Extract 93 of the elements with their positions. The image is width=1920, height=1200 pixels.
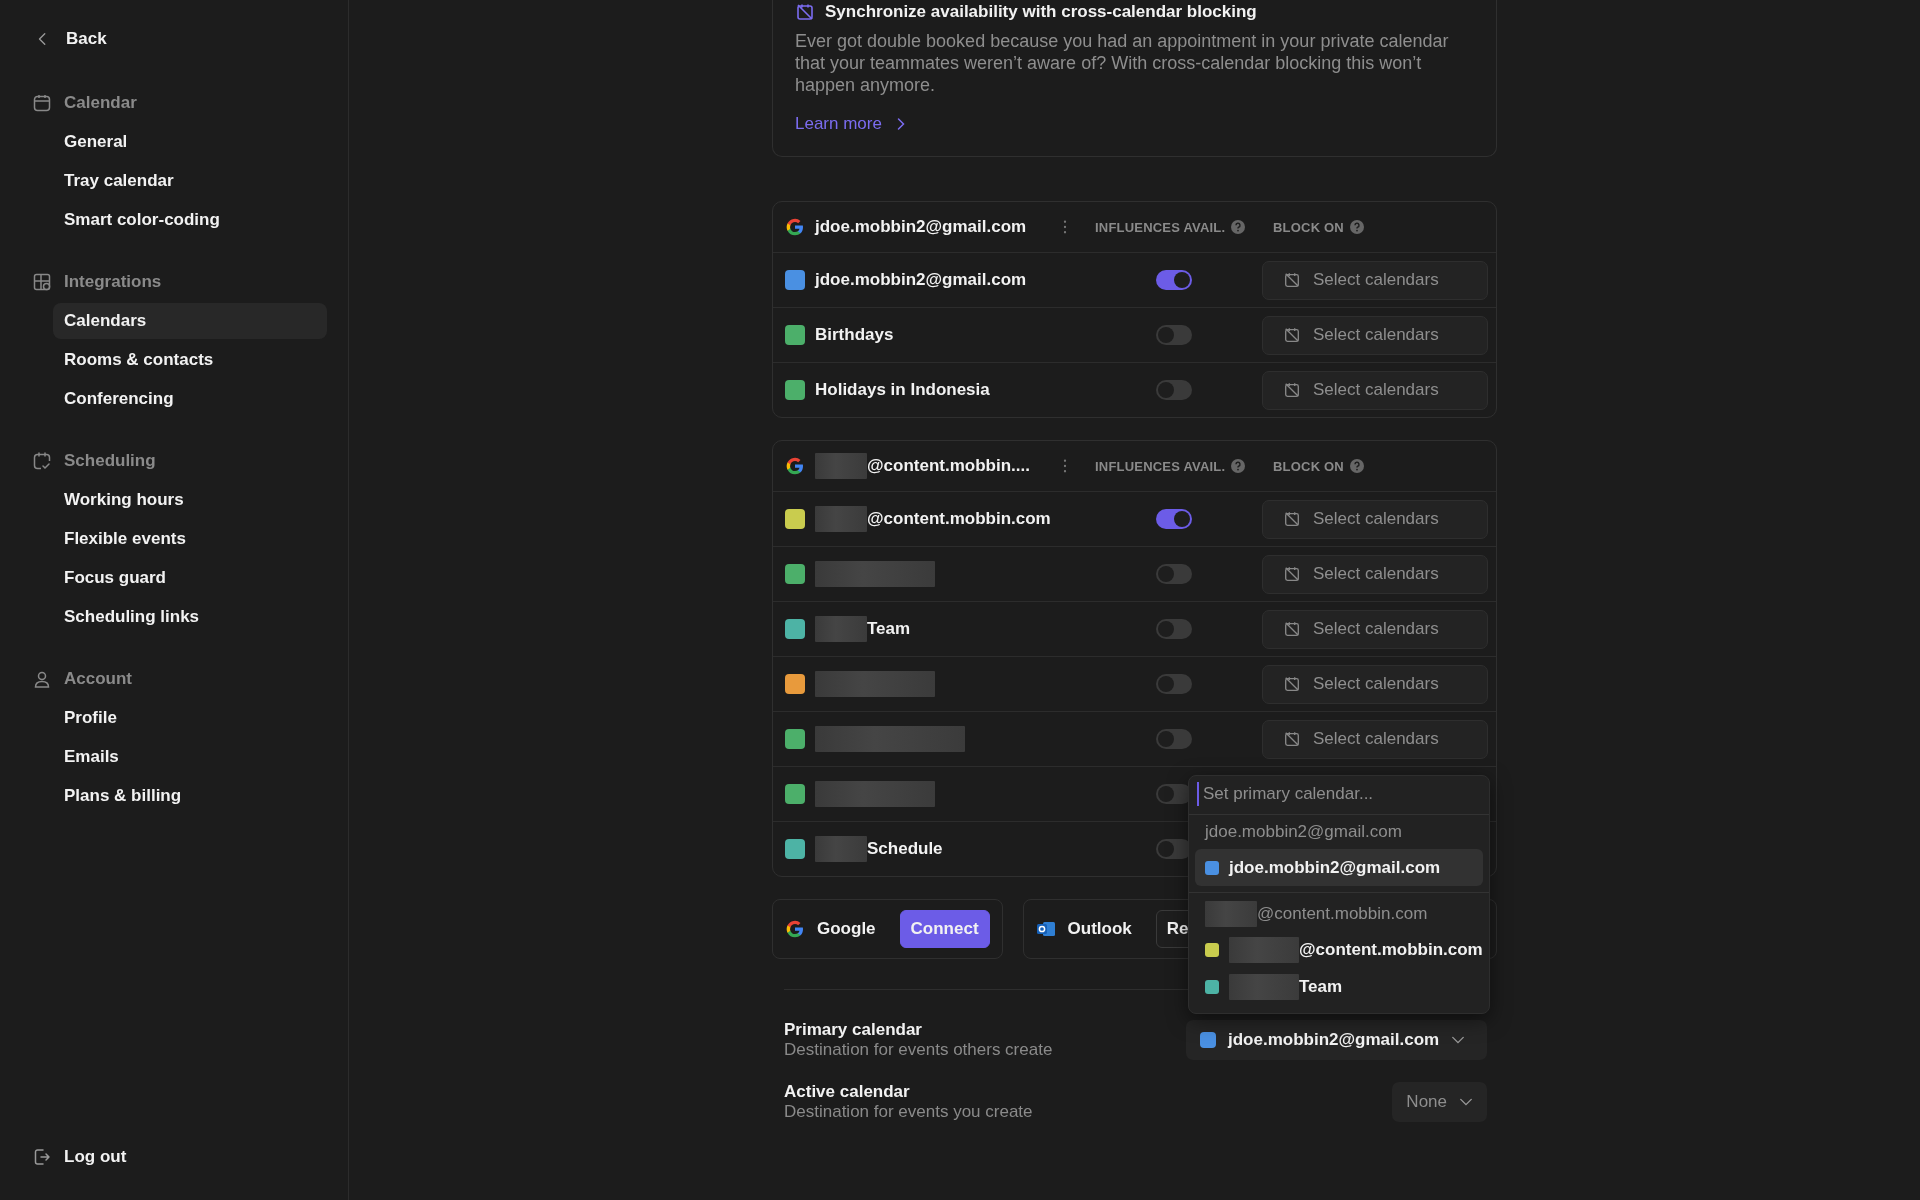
nav-item[interactable]: Emails [53, 739, 327, 775]
toggle-switch[interactable] [1156, 729, 1192, 749]
column-header: INFLUENCES AVAIL. [1095, 219, 1226, 235]
calendar-off-icon [1283, 565, 1301, 583]
toggle-switch[interactable] [1156, 619, 1192, 639]
section-title: Account [64, 669, 132, 689]
search-field[interactable]: Set primary calendar... [1197, 782, 1481, 806]
google-icon [785, 919, 805, 939]
toggle-switch[interactable] [1156, 270, 1192, 290]
calendar-name: Birthdays [815, 325, 894, 345]
calendar-name: Schedule [867, 839, 943, 859]
nav-item[interactable]: Tray calendar [53, 163, 327, 199]
setting-description: Destination for events others create [784, 1040, 1053, 1060]
calendar-name: jdoe.mobbin2@gmail.com [815, 270, 1027, 290]
calendar-off-icon [1283, 510, 1301, 528]
calendar-icon [32, 93, 52, 113]
toggle-switch[interactable] [1156, 674, 1192, 694]
provider-name: Google [817, 919, 876, 939]
menu-item[interactable]: Team [1195, 968, 1483, 1005]
calendar-name: Holidays in Indonesia [815, 380, 990, 400]
select-calendars-button[interactable]: Select calendars [1262, 664, 1488, 704]
learn-more-link[interactable]: Learn more [795, 114, 906, 134]
account-email: @content.mobbin.... [867, 456, 1030, 476]
calendar-off-icon [1283, 326, 1301, 344]
column-header: INFLUENCES AVAIL. [1095, 458, 1226, 474]
calendar-off-icon [795, 2, 815, 22]
nav-item[interactable]: Conferencing [53, 381, 327, 417]
google-icon [785, 456, 805, 476]
column-header: BLOCK ON [1273, 219, 1344, 235]
help-icon[interactable] [1231, 220, 1246, 234]
more-icon[interactable] [1063, 220, 1067, 234]
select-calendars-button[interactable]: Select calendars [1262, 609, 1488, 649]
connect-button[interactable]: Connect [899, 910, 990, 948]
calendar-off-icon [1283, 730, 1301, 748]
info-title: Synchronize availability with cross-calendar blocking [825, 2, 1257, 22]
nav-item[interactable]: Flexible events [53, 521, 327, 557]
select-calendars-button[interactable]: Select calendars [1262, 260, 1488, 300]
outlook-icon [1035, 919, 1056, 939]
grid-icon [32, 272, 52, 292]
setting-description: Destination for events you create [784, 1102, 1033, 1122]
calendar-off-icon [1283, 675, 1301, 693]
calendar-name: jdoe.mobbin2@gmail.com [1229, 857, 1441, 878]
calendar-dropdown[interactable]: None [1392, 1082, 1487, 1122]
calendar-dropdown[interactable]: jdoe.mobbin2@gmail.com [1186, 1020, 1487, 1060]
calendar-name: @content.mobbin.com [1299, 939, 1483, 960]
nav-item[interactable]: Profile [53, 700, 327, 736]
provider-name: Outlook [1067, 919, 1132, 939]
logout-icon [32, 1147, 52, 1167]
menu-item[interactable]: jdoe.mobbin2@gmail.com [1195, 849, 1483, 886]
help-icon[interactable] [1349, 459, 1364, 473]
calendar-name: @content.mobbin.com [867, 509, 1051, 529]
account-email: jdoe.mobbin2@gmail.com [815, 217, 1027, 237]
setting-label: Primary calendar [784, 1020, 923, 1040]
section-title: Scheduling [64, 451, 156, 471]
select-calendars-button[interactable]: Select calendars [1262, 554, 1488, 594]
group-label: jdoe.mobbin2@gmail.com [1205, 822, 1402, 842]
nav-item[interactable]: General [53, 124, 327, 160]
select-calendars-button[interactable]: Select calendars [1262, 719, 1488, 759]
nav-item[interactable]: Scheduling links [53, 599, 327, 635]
nav-item[interactable]: Calendars [53, 303, 327, 339]
select-calendars-button[interactable]: Select calendars [1262, 315, 1488, 355]
chevron-right-icon [895, 117, 906, 131]
nav-item[interactable]: Focus guard [53, 560, 327, 596]
calendar-check-icon [32, 451, 52, 471]
calendar-name: Team [867, 619, 911, 639]
nav-item[interactable]: Rooms & contacts [53, 342, 327, 378]
google-icon [785, 217, 805, 237]
person-icon [32, 669, 52, 689]
calendar-off-icon [1283, 271, 1301, 289]
toggle-switch[interactable] [1156, 380, 1192, 400]
toggle-switch[interactable] [1156, 325, 1192, 345]
calendar-off-icon [1283, 381, 1301, 399]
help-icon[interactable] [1349, 220, 1364, 234]
more-icon[interactable] [1063, 459, 1067, 473]
calendar-name: Team [1299, 976, 1343, 997]
calendar-off-icon [1283, 620, 1301, 638]
nav-item[interactable]: Plans & billing [53, 778, 327, 814]
select-calendars-button[interactable]: Select calendars [1262, 499, 1488, 539]
logout-link[interactable]: Log out [32, 1142, 328, 1172]
nav-item[interactable]: Smart color-coding [53, 202, 327, 238]
toggle-switch[interactable] [1156, 509, 1192, 529]
help-icon[interactable] [1231, 459, 1246, 473]
toggle-switch[interactable] [1156, 564, 1192, 584]
section-title: Integrations [64, 272, 162, 292]
select-calendars-button[interactable]: Select calendars [1262, 370, 1488, 410]
back-link[interactable]: Back [32, 24, 328, 54]
section-title: Calendar [64, 93, 137, 113]
menu-item[interactable]: @content.mobbin.com [1195, 931, 1483, 968]
nav-item[interactable]: Working hours [53, 482, 327, 518]
info-text: Ever got double booked because you had an appointment in your private calendar that your teammates weren’t aware of? With cross-calendar blocking this won’t happen anymore. [795, 30, 1450, 96]
setting-label: Active calendar [784, 1082, 911, 1102]
column-header: BLOCK ON [1273, 458, 1344, 474]
group-label: @content.mobbin.com [1257, 904, 1428, 924]
